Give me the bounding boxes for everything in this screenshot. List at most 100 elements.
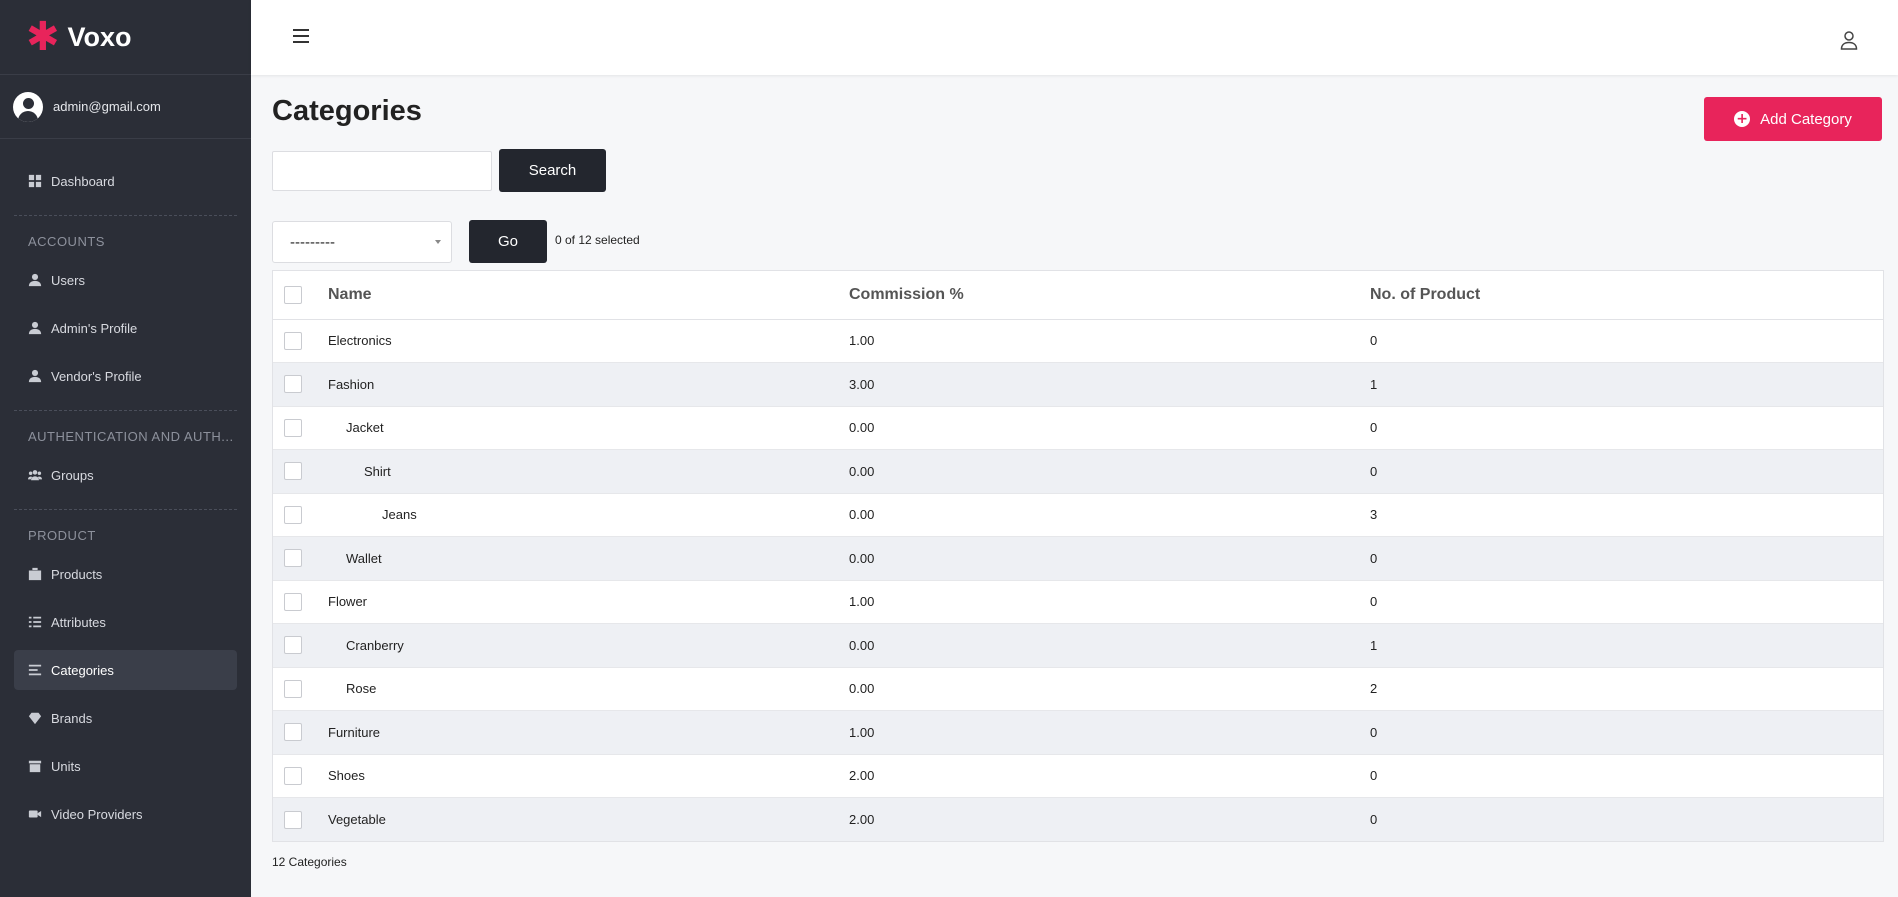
user-icon xyxy=(27,368,43,384)
sidebar-item-admins-profile[interactable]: Admin's Profile xyxy=(14,308,237,348)
table-row[interactable]: Fashion 3.00 1 xyxy=(273,362,1883,407)
sidebar-item-label: Vendor's Profile xyxy=(51,368,142,384)
user-icon xyxy=(27,320,43,336)
divider xyxy=(14,509,237,510)
sidebar-item-label: Dashboard xyxy=(51,173,115,189)
table-row[interactable]: Rose 0.00 2 xyxy=(273,667,1883,711)
divider xyxy=(14,410,237,411)
row-checkbox[interactable] xyxy=(284,375,302,394)
table-row[interactable]: Furniture 1.00 0 xyxy=(273,710,1883,755)
sidebar-item-categories[interactable]: Categories xyxy=(14,650,237,690)
table-header-row: Name Commission % No. of Product xyxy=(273,271,1883,320)
sidebar-item-label: Attributes xyxy=(51,614,106,630)
table-row[interactable]: Electronics 1.00 0 xyxy=(273,319,1883,363)
select-all-checkbox[interactable] xyxy=(284,285,302,304)
row-checkbox[interactable] xyxy=(284,418,302,437)
go-button[interactable]: Go xyxy=(469,220,547,263)
account-icon[interactable] xyxy=(1840,30,1858,50)
column-header-commission[interactable]: Commission % xyxy=(849,271,1370,320)
row-checkbox[interactable] xyxy=(284,636,302,655)
category-name-link[interactable]: Vegetable xyxy=(328,812,386,827)
column-header-name[interactable]: Name xyxy=(328,271,849,320)
product-count-cell: 2 xyxy=(1370,667,1883,711)
row-checkbox[interactable] xyxy=(284,505,302,524)
sidebar-nav: Dashboard ACCOUNTS Users Admin's Profile… xyxy=(0,139,251,834)
table-row[interactable]: Shoes 2.00 0 xyxy=(273,754,1883,798)
category-name-link[interactable]: Shoes xyxy=(328,768,365,783)
category-name-link[interactable]: Shirt xyxy=(328,464,391,479)
row-checkbox[interactable] xyxy=(284,331,302,350)
category-name-link[interactable]: Jeans xyxy=(328,507,417,522)
sidebar-item-brands[interactable]: Brands xyxy=(14,698,237,738)
category-name-link[interactable]: Furniture xyxy=(328,725,380,740)
table-row[interactable]: Vegetable 2.00 0 xyxy=(273,797,1883,841)
menu-toggle-icon[interactable] xyxy=(293,29,309,43)
plus-circle-icon: + xyxy=(1734,111,1751,127)
category-name-link[interactable]: Flower xyxy=(328,594,367,609)
category-name-link[interactable]: Wallet xyxy=(328,551,382,566)
commission-cell: 0.00 xyxy=(849,406,1370,450)
sidebar-item-label: Users xyxy=(51,272,85,288)
search-input[interactable] xyxy=(272,151,492,191)
sidebar-item-dashboard[interactable]: Dashboard xyxy=(14,161,237,201)
product-count-cell: 0 xyxy=(1370,406,1883,450)
brand-logo-icon: ✱ xyxy=(26,14,60,60)
category-name-link[interactable]: Electronics xyxy=(328,333,392,348)
product-count-cell: 0 xyxy=(1370,580,1883,624)
product-count-cell: 0 xyxy=(1370,449,1883,494)
row-checkbox[interactable] xyxy=(284,549,302,568)
sidebar-item-groups[interactable]: Groups xyxy=(14,455,237,495)
table-row[interactable]: Cranberry 0.00 1 xyxy=(273,623,1883,668)
row-checkbox[interactable] xyxy=(284,462,302,481)
product-count-cell: 1 xyxy=(1370,362,1883,407)
row-checkbox[interactable] xyxy=(284,723,302,742)
add-category-label: Add Category xyxy=(1760,110,1852,128)
commission-cell: 0.00 xyxy=(849,667,1370,711)
sidebar: ✱ Voxo admin@gmail.com Dashboard ACCOUNT… xyxy=(0,0,251,897)
brand[interactable]: ✱ Voxo xyxy=(0,0,251,75)
action-select[interactable]: --------- xyxy=(272,221,452,263)
section-header-accounts: ACCOUNTS xyxy=(28,234,105,249)
search-button[interactable]: Search xyxy=(499,149,606,192)
sidebar-item-attributes[interactable]: Attributes xyxy=(14,602,237,642)
dashboard-icon xyxy=(27,173,43,189)
commission-cell: 0.00 xyxy=(849,449,1370,494)
sidebar-item-users[interactable]: Users xyxy=(14,260,237,300)
category-name-link[interactable]: Fashion xyxy=(328,377,374,392)
category-name-link[interactable]: Rose xyxy=(328,681,376,696)
table-row[interactable]: Shirt 0.00 0 xyxy=(273,449,1883,494)
sidebar-item-vendors-profile[interactable]: Vendor's Profile xyxy=(14,356,237,396)
sidebar-item-label: Video Providers xyxy=(51,806,143,822)
add-category-button[interactable]: + Add Category xyxy=(1704,97,1882,141)
user-icon xyxy=(27,272,43,288)
sidebar-item-video-providers[interactable]: Video Providers xyxy=(14,794,237,834)
user-profile[interactable]: admin@gmail.com xyxy=(0,75,251,139)
box-icon xyxy=(27,566,43,582)
row-checkbox[interactable] xyxy=(284,810,302,829)
result-count: 12 Categories xyxy=(272,855,347,869)
category-name-link[interactable]: Jacket xyxy=(328,420,384,435)
table-row[interactable]: Jacket 0.00 0 xyxy=(273,406,1883,450)
table-row[interactable]: Jeans 0.00 3 xyxy=(273,493,1883,537)
section-header-auth: AUTHENTICATION AND AUTH... xyxy=(28,429,234,444)
row-checkbox[interactable] xyxy=(284,679,302,698)
chevron-down-icon xyxy=(435,240,441,244)
table-row[interactable]: Wallet 0.00 0 xyxy=(273,536,1883,581)
commission-cell: 2.00 xyxy=(849,797,1370,841)
sidebar-item-units[interactable]: Units xyxy=(14,746,237,786)
commission-cell: 2.00 xyxy=(849,754,1370,798)
archive-icon xyxy=(27,758,43,774)
video-icon xyxy=(27,806,43,822)
column-header-products[interactable]: No. of Product xyxy=(1370,271,1883,320)
sidebar-item-products[interactable]: Products xyxy=(14,554,237,594)
product-count-cell: 0 xyxy=(1370,319,1883,363)
section-header-product: PRODUCT xyxy=(28,528,96,543)
sidebar-item-label: Units xyxy=(51,758,81,774)
sidebar-item-label: Admin's Profile xyxy=(51,320,138,336)
category-name-link[interactable]: Cranberry xyxy=(328,638,404,653)
product-count-cell: 0 xyxy=(1370,710,1883,755)
row-checkbox[interactable] xyxy=(284,766,302,785)
table-row[interactable]: Flower 1.00 0 xyxy=(273,580,1883,624)
action-select-value: --------- xyxy=(290,233,335,251)
row-checkbox[interactable] xyxy=(284,592,302,611)
